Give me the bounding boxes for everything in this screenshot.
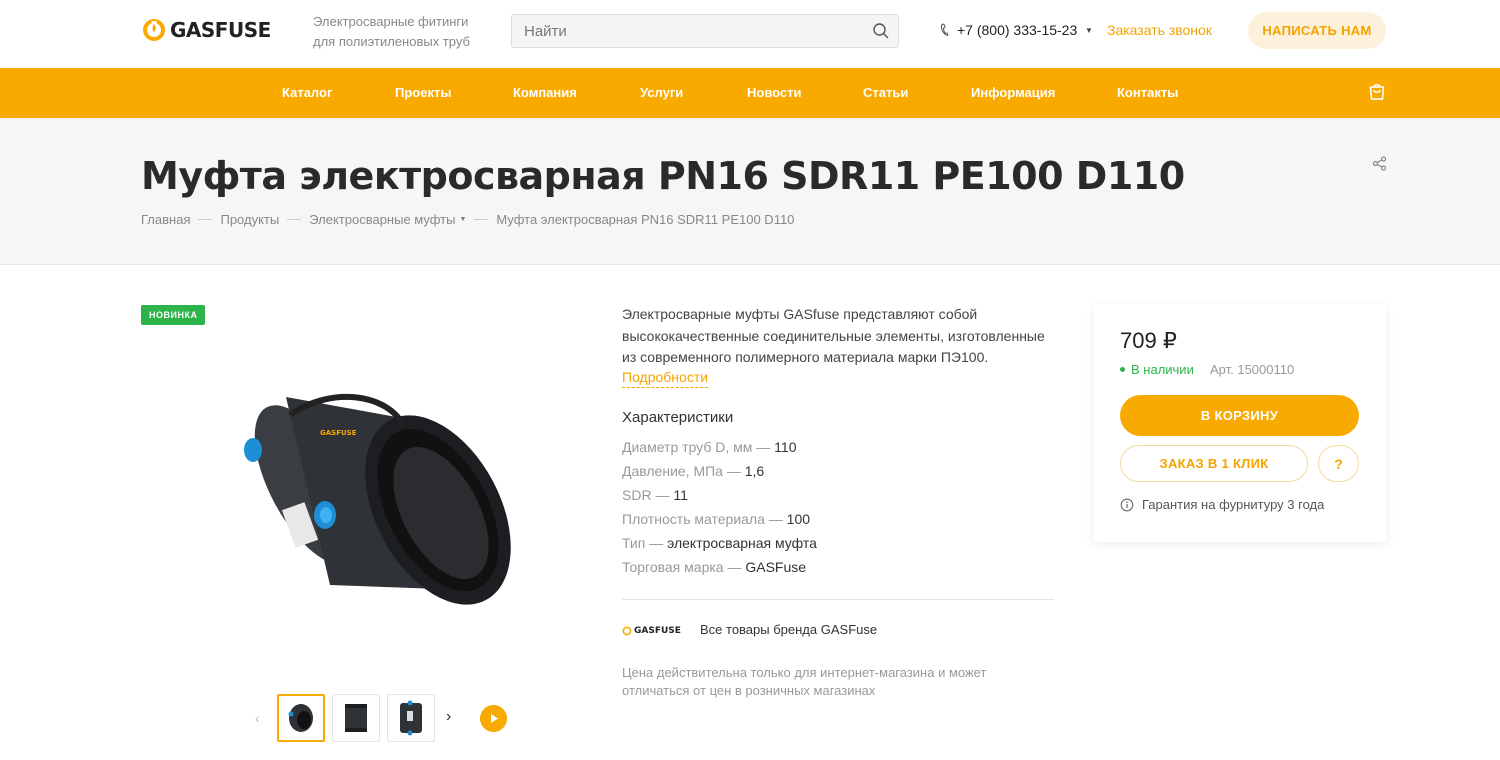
breadcrumb-separator bbox=[287, 219, 302, 220]
chevron-down-icon[interactable]: ▼ bbox=[1085, 26, 1093, 35]
cart-icon[interactable] bbox=[1367, 82, 1387, 102]
write-us-button[interactable]: НАПИСАТЬ НАМ bbox=[1248, 12, 1386, 49]
spec-key: Торговая марка bbox=[622, 559, 724, 575]
spec-separator: — bbox=[649, 535, 668, 551]
stock-label: В наличии bbox=[1131, 362, 1194, 377]
breadcrumb-separator bbox=[474, 219, 489, 220]
spec-row: Давление, МПа — 1,6 bbox=[622, 463, 764, 479]
callback-link[interactable]: Заказать звонок bbox=[1107, 22, 1212, 38]
brand-logo-text: GASFUSE bbox=[634, 626, 681, 636]
price-note: Цена действительна только для интернет-м… bbox=[622, 665, 987, 698]
search-box bbox=[511, 14, 899, 48]
spec-separator: — bbox=[756, 439, 775, 455]
price: 709 ₽ bbox=[1120, 328, 1177, 353]
logo-text: GASFUSE bbox=[170, 18, 271, 42]
brand-logo[interactable]: GASFUSE bbox=[622, 624, 682, 638]
spec-value: 110 bbox=[774, 439, 797, 455]
info-icon bbox=[1120, 498, 1134, 511]
warranty-text: Гарантия на фурнитуру 3 года bbox=[1142, 497, 1325, 512]
nav-item-services[interactable]: Услуги bbox=[640, 85, 683, 100]
spec-separator: — bbox=[727, 559, 746, 575]
thumbnail-3[interactable] bbox=[387, 694, 435, 742]
thumbnail-image bbox=[400, 700, 422, 736]
question-button[interactable]: ? bbox=[1318, 445, 1359, 482]
stock-status: В наличии bbox=[1120, 362, 1194, 377]
spec-row: Диаметр труб D, мм — 110 bbox=[622, 439, 796, 455]
logo-icon bbox=[622, 626, 632, 636]
breadcrumb-products[interactable]: Продукты bbox=[220, 212, 279, 227]
add-to-cart-button[interactable]: В КОРЗИНУ bbox=[1120, 395, 1359, 436]
spec-row: Торговая марка — GASFuse bbox=[622, 559, 806, 575]
chevron-down-icon[interactable]: ▼ bbox=[459, 216, 466, 223]
page-header: Муфта электросварная PN16 SDR11 PE100 D1… bbox=[0, 118, 1500, 265]
logo-icon bbox=[143, 19, 165, 41]
details-link[interactable]: Подробности bbox=[622, 367, 709, 388]
nav-item-info[interactable]: Информация bbox=[971, 85, 1055, 100]
site-slogan: Электросварные фитинги для полиэтиленовы… bbox=[313, 14, 470, 49]
one-click-order-button[interactable]: ЗАКАЗ В 1 КЛИК bbox=[1120, 445, 1308, 482]
breadcrumb: Главная Продукты Электросварные муфты ▼ … bbox=[141, 212, 794, 227]
spec-row: Плотность материала — 100 bbox=[622, 511, 810, 527]
spec-separator: — bbox=[726, 463, 745, 479]
nav-item-company[interactable]: Компания bbox=[513, 85, 577, 100]
play-video-icon[interactable] bbox=[480, 705, 507, 732]
spec-key: Давление, МПа bbox=[622, 463, 723, 479]
search-icon[interactable] bbox=[872, 22, 890, 40]
svg-text:GASFUSE: GASFUSE bbox=[320, 429, 357, 437]
product-description: Электросварные муфты GASfuse представляю… bbox=[622, 306, 1045, 365]
spec-value: 100 bbox=[786, 511, 811, 527]
product-image[interactable]: GASFUSE bbox=[238, 375, 513, 625]
page-title: Муфта электросварная PN16 SDR11 PE100 D1… bbox=[141, 154, 1185, 198]
spec-key: SDR bbox=[622, 487, 652, 503]
nav-item-articles[interactable]: Статьи bbox=[863, 85, 908, 100]
buy-card: 709 ₽ В наличии Арт. 15000110 В КОРЗИНУ … bbox=[1094, 304, 1386, 542]
breadcrumb-home[interactable]: Главная bbox=[141, 212, 190, 227]
spec-value: 11 bbox=[673, 487, 688, 503]
chevron-right-icon[interactable]: › bbox=[446, 708, 451, 726]
search-input[interactable] bbox=[512, 15, 862, 47]
spec-value: 1,6 bbox=[744, 463, 765, 479]
thumbnail-image bbox=[288, 704, 313, 732]
nav-item-catalog[interactable]: Каталог bbox=[282, 85, 332, 100]
thumbnail-image bbox=[345, 704, 367, 732]
stock-dot-icon bbox=[1120, 367, 1125, 372]
divider bbox=[622, 599, 1054, 600]
spec-key: Тип bbox=[622, 535, 646, 551]
spec-key: Плотность материала bbox=[622, 511, 765, 527]
specs-title: Характеристики bbox=[622, 409, 734, 426]
phone-icon bbox=[941, 23, 949, 36]
nav-item-projects[interactable]: Проекты bbox=[395, 85, 451, 100]
nav-item-news[interactable]: Новости bbox=[747, 85, 802, 100]
spec-separator: — bbox=[655, 487, 674, 503]
warranty-info: Гарантия на фурнитуру 3 года bbox=[1120, 497, 1324, 512]
thumbnail-2[interactable] bbox=[332, 694, 380, 742]
share-icon[interactable] bbox=[1372, 156, 1387, 171]
main-nav: Каталог Проекты Компания Услуги Новости … bbox=[0, 68, 1500, 118]
sku: Арт. 15000110 bbox=[1210, 362, 1295, 377]
chevron-left-icon[interactable]: ‹ bbox=[255, 710, 260, 726]
spec-row: Тип — электросварная муфта bbox=[622, 535, 817, 551]
brand-products-link[interactable]: Все товары бренда GASFuse bbox=[700, 622, 877, 637]
breadcrumb-category[interactable]: Электросварные муфты bbox=[309, 212, 455, 227]
spec-row: SDR — 11 bbox=[622, 487, 688, 503]
site-logo[interactable]: GASFUSE bbox=[142, 18, 271, 42]
top-bar: GASFUSE Электросварные фитинги для полиэ… bbox=[0, 0, 1500, 68]
phone-number[interactable]: +7 (800) 333-15-23 bbox=[957, 22, 1077, 38]
spec-value: электросварная муфта bbox=[667, 535, 817, 551]
nav-item-contacts[interactable]: Контакты bbox=[1117, 85, 1178, 100]
new-badge: НОВИНКА bbox=[141, 305, 206, 325]
thumbnail-1[interactable] bbox=[277, 694, 325, 742]
breadcrumb-separator bbox=[198, 219, 213, 220]
breadcrumb-current: Муфта электросварная PN16 SDR11 PE100 D1… bbox=[496, 212, 795, 227]
spec-key: Диаметр труб D, мм bbox=[622, 439, 753, 455]
spec-value: GASFuse bbox=[745, 559, 807, 575]
spec-separator: — bbox=[768, 511, 787, 527]
